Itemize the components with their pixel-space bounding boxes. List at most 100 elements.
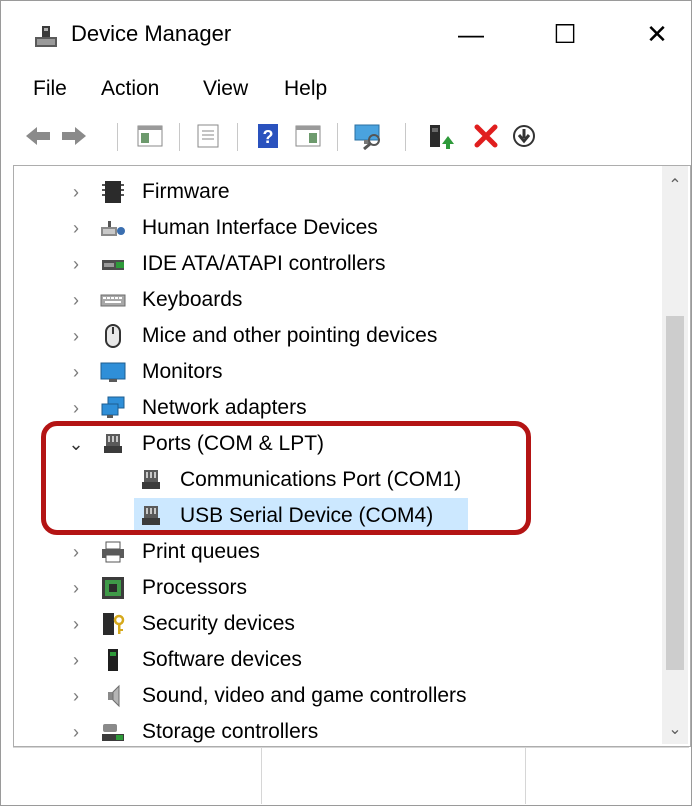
tree-item-label: Software devices [142,648,302,671]
action-pane-icon [295,125,321,147]
toolbar-separator [237,123,238,151]
update-driver-icon [430,125,454,149]
device-manager-app-icon [35,26,57,47]
chevron-right-icon[interactable]: › [66,326,86,346]
tree-item-label: Mice and other pointing devices [142,324,438,347]
minimize-button[interactable]: — [441,11,501,57]
tree-item-sound-video-and-game-controllers[interactable]: › Sound, video and game controllers [14,678,664,714]
update-driver-button[interactable] [425,121,455,151]
forward-icon [62,127,86,145]
network-adapter-icon [101,396,125,418]
minimize-icon: — [458,18,484,49]
tree-item-human-interface-devices[interactable]: › Human Interface Devices [14,210,664,246]
properties-button[interactable] [193,121,223,151]
scan-hardware-button[interactable] [351,121,385,151]
tree-item-print-queues[interactable]: › Print queues [14,534,664,570]
monitor-icon [100,362,126,382]
hid-icon [101,221,125,236]
close-icon: ✕ [646,18,668,49]
disable-device-icon [513,125,535,147]
tree-item-monitors[interactable]: › Monitors [14,354,664,390]
annotation-highlight-box [41,421,531,535]
tree-item-label: Monitors [142,360,223,383]
device-manager-window: Device Manager — ☐ ✕ File Action View He… [0,0,692,806]
disable-device-button[interactable] [509,121,539,151]
chevron-right-icon[interactable]: › [66,218,86,238]
chevron-right-icon[interactable]: › [66,398,86,418]
tree-item-label: Keyboards [142,288,243,311]
security-device-icon [103,613,125,635]
show-hide-console-tree-icon [137,125,163,147]
tree-item-keyboards[interactable]: › Keyboards [14,282,664,318]
chevron-right-icon[interactable]: › [66,650,86,670]
status-section [261,748,526,804]
scroll-down-icon[interactable]: ⌄ [662,716,688,742]
back-icon [26,127,50,145]
tree-item-label: Sound, video and game controllers [142,684,467,707]
chevron-right-icon[interactable]: › [66,254,86,274]
menu-action[interactable]: Action [101,77,159,101]
chevron-right-icon[interactable]: › [66,686,86,706]
storage-controller-icon [102,724,124,741]
help-icon: ? [258,124,278,148]
help-button[interactable]: ? [253,121,283,151]
tree-item-processors[interactable]: › Processors [14,570,664,606]
status-section [13,748,262,804]
tree-item-label: Human Interface Devices [142,216,378,239]
properties-icon [197,124,219,148]
title-bar[interactable]: Device Manager — ☐ ✕ [1,1,691,67]
ide-controller-icon [102,260,124,270]
chevron-right-icon[interactable]: › [66,542,86,562]
chevron-right-icon[interactable]: › [66,722,86,742]
tree-item-ide-ata-atapi-controllers[interactable]: › IDE ATA/ATAPI controllers [14,246,664,282]
scrollbar-thumb[interactable] [666,316,684,670]
chip-icon [102,181,124,203]
uninstall-device-icon [474,124,498,148]
tree-item-label: Security devices [142,612,295,635]
menu-help[interactable]: Help [284,77,327,101]
svg-text:?: ? [263,127,274,147]
processor-icon [102,577,124,599]
tree-item-label: Processors [142,576,248,599]
show-hide-console-tree-button[interactable] [135,121,165,151]
toolbar: ? [1,113,691,159]
uninstall-device-button[interactable] [471,121,501,151]
printer-icon [102,541,124,563]
keyboard-icon [100,294,126,307]
vertical-scrollbar[interactable]: ⌃ ⌄ [662,166,688,744]
tree-item-storage-controllers[interactable]: › Storage controllers [14,714,664,746]
mouse-icon [105,324,121,348]
window-title: Device Manager [71,21,232,46]
chevron-right-icon[interactable]: › [66,182,86,202]
menu-bar: File Action View Help [1,71,691,109]
toolbar-separator [179,123,180,151]
toolbar-separator [117,123,118,151]
status-bar [13,747,689,804]
scan-hardware-icon [354,124,380,150]
chevron-right-icon[interactable]: › [66,578,86,598]
tree-item-firmware[interactable]: › Firmware [14,174,664,210]
toolbar-separator [337,123,338,151]
scroll-up-icon[interactable]: ⌃ [662,172,688,198]
tree-item-label: Network adapters [142,396,307,419]
tree-item-mice-and-other-pointing-devices[interactable]: › Mice and other pointing devices [14,318,664,354]
software-device-icon [108,649,118,671]
menu-file[interactable]: File [33,77,67,101]
menu-view[interactable]: View [203,77,248,101]
tree-item-label: Firmware [142,180,230,203]
speaker-icon [108,684,120,708]
close-button[interactable]: ✕ [627,11,687,57]
maximize-button[interactable]: ☐ [535,11,595,57]
chevron-right-icon[interactable]: › [66,614,86,634]
chevron-right-icon[interactable]: › [66,362,86,382]
tree-item-software-devices[interactable]: › Software devices [14,642,664,678]
maximize-icon: ☐ [553,18,577,49]
chevron-right-icon[interactable]: › [66,290,86,310]
tree-item-label: IDE ATA/ATAPI controllers [142,252,386,275]
back-button[interactable] [23,121,53,151]
tree-item-label: Storage controllers [142,720,319,743]
tree-item-security-devices[interactable]: › Security devices [14,606,664,642]
forward-button[interactable] [59,121,89,151]
action-pane-button[interactable] [293,121,323,151]
toolbar-separator [405,123,406,151]
